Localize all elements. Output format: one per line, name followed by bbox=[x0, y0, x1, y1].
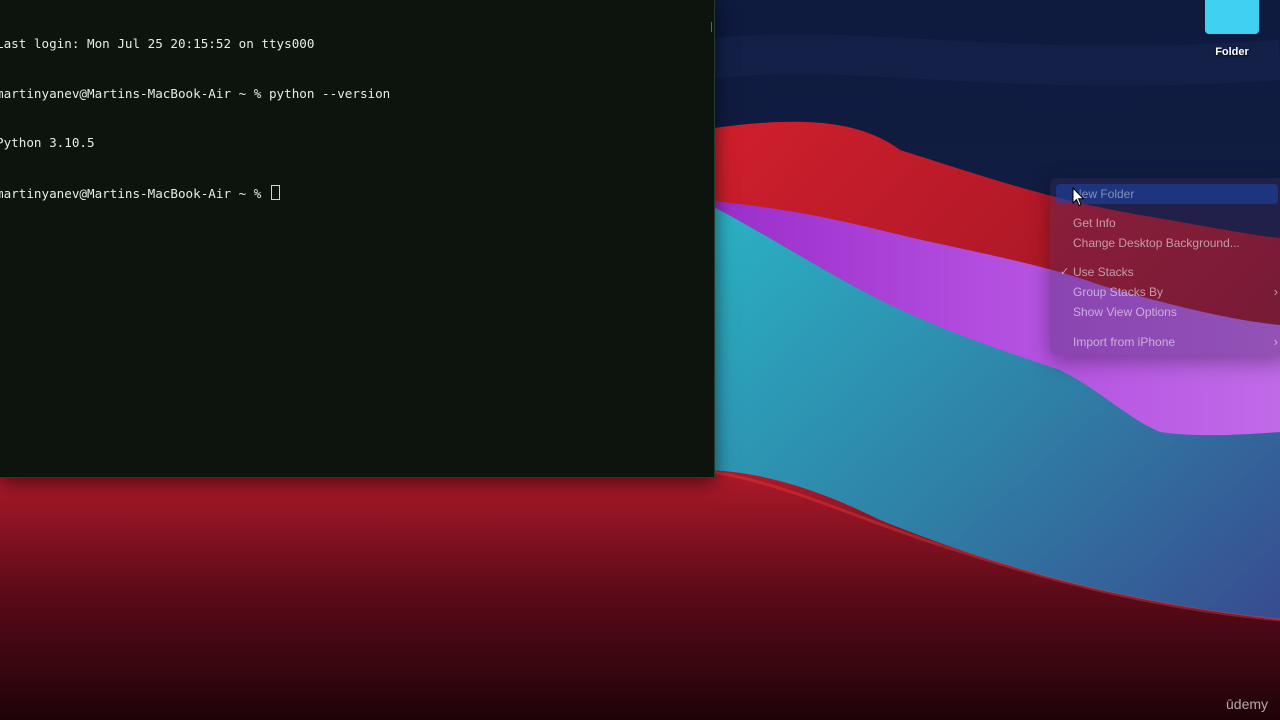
menu-item-label: Import from iPhone bbox=[1073, 335, 1176, 349]
menu-item-import-from-iphone[interactable]: Import from iPhone › bbox=[1056, 332, 1278, 352]
chevron-right-icon: › bbox=[1273, 284, 1278, 299]
udemy-watermark: ūdemy bbox=[1226, 696, 1269, 712]
menu-item-use-stacks[interactable]: ✓ Use Stacks bbox=[1056, 262, 1278, 282]
menu-item-label: Use Stacks bbox=[1073, 265, 1134, 279]
menu-item-new-folder[interactable]: New Folder bbox=[1056, 184, 1278, 204]
terminal-prompt-line[interactable]: martinyanev@Martins-MacBook-Air ~ % bbox=[0, 184, 390, 203]
terminal-scrollbar[interactable] bbox=[711, 22, 712, 32]
terminal-window[interactable]: Last login: Mon Jul 25 20:15:52 on ttys0… bbox=[0, 0, 715, 478]
menu-item-label: Change Desktop Background... bbox=[1073, 236, 1240, 250]
menu-item-label: Group Stacks By bbox=[1073, 285, 1164, 299]
checkmark-icon: ✓ bbox=[1060, 266, 1070, 278]
menu-item-get-info[interactable]: Get Info bbox=[1056, 213, 1278, 233]
terminal-output[interactable]: Last login: Mon Jul 25 20:15:52 on ttys0… bbox=[0, 3, 390, 235]
menu-item-group-stacks-by[interactable]: Group Stacks By › bbox=[1056, 282, 1278, 302]
terminal-prompt: martinyanev@Martins-MacBook-Air ~ % bbox=[0, 185, 269, 201]
arrow-cursor-icon bbox=[1072, 187, 1085, 207]
menu-item-show-view-options[interactable]: Show View Options bbox=[1056, 302, 1278, 322]
desktop[interactable]: Last login: Mon Jul 25 20:15:52 on ttys0… bbox=[0, 0, 1280, 720]
terminal-line: Python 3.10.5 bbox=[0, 135, 95, 150]
menu-item-change-desktop-background[interactable]: Change Desktop Background... bbox=[1056, 233, 1278, 253]
terminal-line: Last login: Mon Jul 25 20:15:52 on ttys0… bbox=[0, 36, 315, 51]
terminal-text-cursor bbox=[270, 184, 280, 200]
menu-item-label: Show View Options bbox=[1073, 305, 1177, 319]
folder-label[interactable]: Folder bbox=[1196, 46, 1268, 58]
terminal-line: martinyanev@Martins-MacBook-Air ~ % pyth… bbox=[0, 85, 391, 101]
menu-item-label: Get Info bbox=[1073, 216, 1116, 230]
folder-icon[interactable] bbox=[1205, 0, 1259, 34]
chevron-right-icon: › bbox=[1273, 334, 1278, 349]
